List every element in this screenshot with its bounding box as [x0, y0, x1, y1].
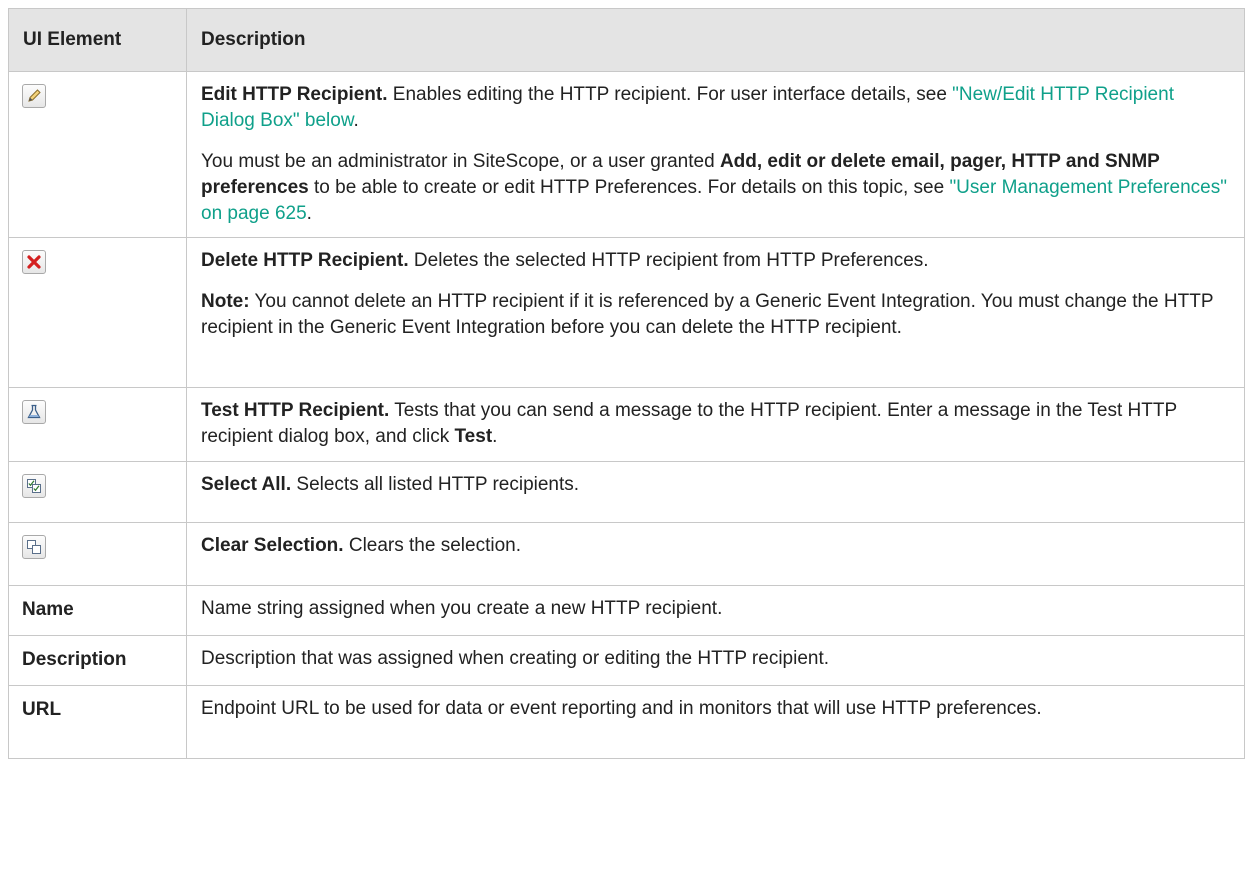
description-cell: Description that was assigned when creat…	[186, 635, 1245, 686]
flask-test-icon	[22, 400, 46, 424]
ui-elements-table: UI Element Description Edit HTTP Recipie…	[8, 8, 1245, 759]
table-row-select-all: Select All. Selects all listed HTTP reci…	[8, 461, 1245, 523]
table-header-row: UI Element Description	[8, 8, 1245, 72]
pencil-icon	[22, 84, 46, 108]
red-x-delete-icon	[22, 250, 46, 274]
header-description: Description	[186, 8, 1245, 72]
test-button-ref: Test	[454, 426, 493, 447]
clear-selection-icon	[22, 535, 46, 559]
ui-element-label-url: URL	[8, 685, 187, 759]
clear-desc: Clear Selection. Clears the selection.	[201, 533, 1232, 559]
clear-text: Clears the selection.	[343, 535, 521, 556]
header-ui-element: UI Element	[8, 8, 187, 72]
table-row-edit: Edit HTTP Recipient. Enables editing the…	[8, 71, 1245, 238]
edit-desc-p1: Edit HTTP Recipient. Enables editing the…	[201, 82, 1232, 134]
description-cell: Delete HTTP Recipient. Deletes the selec…	[186, 237, 1245, 388]
table-row-description: Description Description that was assigne…	[8, 635, 1245, 686]
delete-text: Deletes the selected HTTP recipient from…	[408, 250, 929, 271]
description-cell: Edit HTTP Recipient. Enables editing the…	[186, 71, 1245, 238]
select-all-title: Select All.	[201, 474, 292, 495]
note-label: Note:	[201, 291, 250, 312]
edit-text-end: .	[353, 110, 359, 131]
edit-desc-p2: You must be an administrator in SiteScop…	[201, 149, 1232, 227]
description-cell: Select All. Selects all listed HTTP reci…	[186, 461, 1245, 523]
test-desc: Test HTTP Recipient. Tests that you can …	[201, 398, 1232, 450]
edit-p2-end: .	[306, 203, 312, 224]
select-all-icon	[22, 474, 46, 498]
table-row-name: Name Name string assigned when you creat…	[8, 585, 1245, 636]
select-all-desc: Select All. Selects all listed HTTP reci…	[201, 472, 1232, 498]
note-text: You cannot delete an HTTP recipient if i…	[201, 291, 1214, 338]
ui-element-cell	[8, 461, 187, 523]
ui-element-label-name: Name	[8, 585, 187, 636]
description-cell: Test HTTP Recipient. Tests that you can …	[186, 387, 1245, 462]
ui-element-cell	[8, 71, 187, 238]
edit-text: Enables editing the HTTP recipient. For …	[387, 84, 953, 105]
clear-title: Clear Selection.	[201, 535, 344, 556]
delete-title: Delete HTTP Recipient.	[201, 250, 409, 271]
ui-element-label-description: Description	[8, 635, 187, 686]
description-cell: Name string assigned when you create a n…	[186, 585, 1245, 636]
test-text-end: .	[492, 426, 498, 447]
edit-p2-text: You must be an administrator in SiteScop…	[201, 151, 720, 172]
select-all-text: Selects all listed HTTP recipients.	[291, 474, 580, 495]
table-row-url: URL Endpoint URL to be used for data or …	[8, 685, 1245, 759]
edit-p2-text-b: to be able to create or edit HTTP Prefer…	[308, 177, 950, 198]
ui-element-cell	[8, 522, 187, 586]
delete-note: Note: You cannot delete an HTTP recipien…	[201, 289, 1232, 341]
description-cell: Endpoint URL to be used for data or even…	[186, 685, 1245, 759]
description-cell: Clear Selection. Clears the selection.	[186, 522, 1245, 586]
ui-element-cell	[8, 387, 187, 462]
test-title: Test HTTP Recipient.	[201, 400, 390, 421]
ui-element-cell	[8, 237, 187, 388]
edit-title: Edit HTTP Recipient.	[201, 84, 388, 105]
delete-desc-p1: Delete HTTP Recipient. Deletes the selec…	[201, 248, 1232, 274]
table-row-clear-selection: Clear Selection. Clears the selection.	[8, 522, 1245, 586]
table-row-delete: Delete HTTP Recipient. Deletes the selec…	[8, 237, 1245, 388]
table-row-test: Test HTTP Recipient. Tests that you can …	[8, 387, 1245, 462]
